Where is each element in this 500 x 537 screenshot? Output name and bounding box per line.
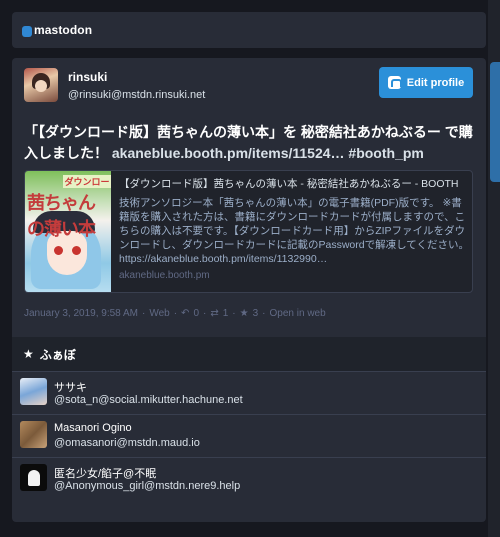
status-content: 「【ダウンロード版】茜ちゃんの薄い本」を 秘密結社あかねぶるー で購入しました！… — [24, 122, 479, 164]
card-description: 技術アンソロジー本「茜ちゃんの薄い本」の電子書籍(PDF)版です。 ※書籍版を購… — [119, 197, 469, 265]
link-preview-card[interactable]: 茜ちゃんの薄い本 ダウンロー 【ダウンロード版】茜ちゃんの薄い本 - 秘密結社あ… — [24, 170, 473, 293]
meta-separator: · — [173, 308, 178, 319]
next-column-edge — [490, 62, 500, 182]
account-handle: @rinsuki@mstdn.rinsuki.net — [68, 89, 206, 101]
open-in-web-link[interactable]: Open in web — [270, 308, 326, 319]
display-name[interactable]: rinsuki — [68, 70, 107, 84]
edit-profile-button[interactable]: Edit profile — [379, 67, 473, 98]
meta-separator: · — [262, 308, 266, 319]
reply-icon: ↶ — [181, 308, 190, 319]
status-detail-column: rinsuki @rinsuki@mstdn.rinsuki.net Edit … — [12, 58, 486, 522]
status-detail: rinsuki @rinsuki@mstdn.rinsuki.net Edit … — [12, 58, 486, 337]
favourites-header: ★ ふぁぼ — [12, 337, 486, 371]
retweet-icon[interactable]: ⇄ — [210, 308, 218, 319]
status-application: Web — [149, 308, 170, 319]
star-icon: ★ — [23, 347, 34, 361]
thumbnail-eye — [54, 246, 63, 255]
account-handle: @omasanori@mstdn.maud.io — [54, 437, 200, 449]
fav-count[interactable]: 3 — [253, 308, 259, 319]
boost-count[interactable]: 1 — [223, 308, 229, 319]
favourites-title: ふぁぼ — [39, 347, 76, 362]
avatar[interactable] — [20, 464, 47, 491]
card-body: 【ダウンロード版】茜ちゃんの薄い本 - 秘密結社あかねぶるー - BOOTH 技… — [119, 177, 469, 281]
status-timestamp[interactable]: January 3, 2019, 9:58 AM — [24, 308, 138, 319]
meta-separator: · — [141, 308, 146, 319]
status-link[interactable]: akaneblue.booth.pm/items/11524… — [112, 145, 345, 161]
card-thumbnail: 茜ちゃんの薄い本 ダウンロー — [25, 171, 111, 292]
thumbnail-title: 茜ちゃんの薄い本 — [27, 193, 96, 240]
card-host: akaneblue.booth.pm — [119, 270, 210, 281]
account-row[interactable]: ササキ @sota_n@social.mikutter.hachune.net — [12, 371, 486, 414]
account-handle: @sota_n@social.mikutter.hachune.net — [54, 394, 243, 406]
card-title: 【ダウンロード版】茜ちゃんの薄い本 - 秘密結社あかねぶるー - BOOTH — [119, 178, 459, 190]
account-display-name[interactable]: Masanori Ogino — [54, 422, 132, 434]
account-handle: @Anonymous_girl@mstdn.nere9.help — [54, 480, 241, 492]
edit-profile-label: Edit profile — [406, 76, 465, 89]
thumbnail-tag: ダウンロー — [63, 175, 111, 188]
avatar[interactable] — [20, 421, 47, 448]
account-display-name[interactable]: 匿名少女/餡子@不眠 — [54, 465, 156, 481]
mastodon-icon — [387, 76, 402, 89]
reply-count: 0 — [193, 308, 199, 319]
thumbnail-eye — [72, 246, 81, 255]
avatar[interactable] — [24, 68, 58, 102]
top-bar: mastodon — [12, 12, 486, 48]
logo-text: mastodon — [34, 23, 93, 37]
account-display-name[interactable]: ササキ — [54, 379, 87, 395]
avatar[interactable] — [20, 378, 47, 405]
mastodon-logo-icon — [22, 25, 32, 37]
status-meta: January 3, 2019, 9:58 AM · Web · ↶ 0 · ⇄… — [24, 308, 326, 319]
account-row[interactable]: 匿名少女/餡子@不眠 @Anonymous_girl@mstdn.nere9.h… — [12, 457, 486, 500]
mastodon-logo[interactable]: mastodon — [22, 23, 92, 37]
hashtag-link[interactable]: #booth_pm — [345, 145, 423, 161]
star-icon[interactable]: ★ — [240, 308, 249, 319]
meta-separator: · — [203, 308, 207, 319]
account-row[interactable]: Masanori Ogino @omasanori@mstdn.maud.io — [12, 414, 486, 457]
meta-separator: · — [232, 308, 236, 319]
